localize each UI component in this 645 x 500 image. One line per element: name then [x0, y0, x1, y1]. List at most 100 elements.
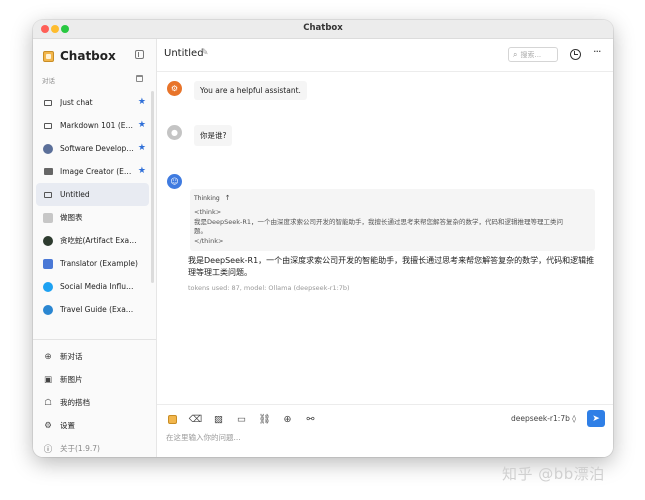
- message-composer: ⌫ ▨ ▭ ⛓ ⊕ ⚯ deepseek-r1:7b ◊ ➤ 在这里输入你的问题…: [157, 404, 613, 457]
- brand-name: Chatbox: [60, 49, 116, 63]
- conversation-label: Travel Guide (Example): [60, 305, 138, 314]
- sidebar-item-just-chat[interactable]: Just chat ★: [36, 91, 149, 114]
- chat-bubble-icon: [43, 98, 53, 108]
- conversation-label: 做图表: [60, 213, 83, 222]
- search-input[interactable]: ⌕ 搜索...: [508, 47, 558, 62]
- thinking-content: <think> 我是DeepSeek-R1，一个由深度求索公司开发的智能助手，我…: [194, 208, 591, 246]
- thinking-block[interactable]: Thinking ↑ <think> 我是DeepSeek-R1，一个由深度求索公…: [190, 189, 595, 251]
- edit-pencil-icon[interactable]: ✎: [201, 48, 209, 58]
- conversation-list: Just chat ★ Markdown 101 (E… ★ Software …: [36, 91, 149, 321]
- sidebar-item-snake[interactable]: 贪吃蛇(Artifact Example): [36, 229, 149, 252]
- brand: Chatbox: [43, 48, 116, 64]
- image-icon: [43, 167, 53, 177]
- conversation-label: Image Creator (E…: [60, 167, 132, 176]
- chat-header: Untitled ✎ ⌕ 搜索... ···: [157, 39, 613, 72]
- action-label: 关于(1.9.7): [60, 444, 100, 453]
- more-options-icon[interactable]: ···: [593, 45, 601, 58]
- conversation-label: Untitled: [60, 190, 90, 199]
- about-button[interactable]: ⓘ 关于(1.9.7): [36, 437, 149, 457]
- search-placeholder: 搜索...: [520, 50, 542, 59]
- thinking-line: 题。: [194, 227, 207, 235]
- conversation-label: Software Develop…: [60, 144, 134, 153]
- sidebar-item-markdown[interactable]: Markdown 101 (E… ★: [36, 114, 149, 137]
- thinking-header[interactable]: Thinking ↑: [194, 194, 591, 202]
- user-message-text: 你是谁?: [194, 125, 233, 146]
- globe-icon[interactable]: ⊕: [281, 413, 294, 426]
- chat-bubble-icon: [43, 190, 53, 200]
- assistant-message: ☺: [167, 174, 182, 189]
- twitter-avatar-icon: [43, 281, 53, 292]
- thinking-line: 我是DeepSeek-R1，一个由深度求索公司开发的智能助手，我擅长通过思考来帮…: [194, 217, 564, 226]
- assistant-bot-icon: ☺: [167, 174, 182, 189]
- user-avatar-icon: ●: [167, 125, 182, 140]
- new-chat-button[interactable]: ⊕ 新对话: [36, 345, 149, 368]
- sidebar-item-image-creator[interactable]: Image Creator (E… ★: [36, 160, 149, 183]
- new-image-button[interactable]: ▣ 新图片: [36, 368, 149, 391]
- gear-icon: ⚙: [44, 420, 52, 431]
- thinking-label: Thinking: [194, 195, 220, 202]
- system-message: ⚙ You are a helpful assistant.: [167, 81, 307, 100]
- sidebar-item-chart[interactable]: 做图表: [36, 206, 149, 229]
- sidebar-item-travel-guide[interactable]: Travel Guide (Example): [36, 298, 149, 321]
- search-icon: ⌕: [513, 49, 518, 59]
- action-label: 设置: [60, 421, 75, 430]
- system-gear-icon: ⚙: [167, 81, 182, 96]
- chart-avatar-icon: [43, 212, 53, 223]
- send-button[interactable]: ➤: [587, 410, 605, 427]
- sidebar-item-translator[interactable]: Translator (Example): [36, 252, 149, 275]
- sidebar-item-social-media[interactable]: Social Media Influence…: [36, 275, 149, 298]
- watermark: 知乎 @bb漂泊: [502, 465, 605, 483]
- model-selector[interactable]: deepseek-r1:7b ◊: [511, 414, 576, 423]
- thinking-line: <think>: [194, 208, 222, 216]
- sidebar: Chatbox 对话 Just chat ★ Markdown 101 (E… …: [33, 39, 157, 457]
- star-icon[interactable]: ★: [138, 143, 146, 153]
- system-message-text: You are a helpful assistant.: [194, 81, 307, 100]
- eraser-icon[interactable]: ⌫: [189, 413, 202, 426]
- user-message: ● 你是谁?: [167, 125, 233, 146]
- thinking-line: </think>: [194, 236, 224, 245]
- developer-avatar-icon: [43, 143, 53, 154]
- composer-toolbar: ⌫ ▨ ▭ ⛓ ⊕ ⚯: [166, 412, 327, 426]
- collapse-arrow-icon[interactable]: ↑: [225, 194, 231, 202]
- sidebar-actions: ⊕ 新对话 ▣ 新图片 ☖ 我的搭档 ⚙ 设置 ⓘ 关于(1.9.7): [36, 345, 149, 457]
- message-input[interactable]: 在这里输入你的问题...: [166, 432, 586, 450]
- history-icon[interactable]: [570, 49, 581, 60]
- section-label: 对话: [42, 77, 55, 85]
- image-plus-icon: ▣: [43, 374, 53, 385]
- window-title: Chatbox: [303, 23, 343, 33]
- sidebar-item-untitled[interactable]: Untitled: [36, 183, 149, 206]
- star-icon[interactable]: ★: [138, 166, 146, 176]
- translator-avatar-icon: [43, 258, 53, 269]
- star-icon[interactable]: ★: [138, 120, 146, 130]
- app-window: Chatbox Chatbox 对话 Just chat ★ Markdown …: [33, 20, 613, 457]
- folder-icon[interactable]: ▭: [235, 413, 248, 426]
- plus-circle-icon: ⊕: [44, 351, 52, 362]
- info-icon: ⓘ: [43, 444, 53, 455]
- link-icon[interactable]: ⛓: [258, 413, 271, 426]
- robot-icon: ☖: [44, 397, 52, 408]
- conversation-label: Social Media Influence…: [60, 282, 138, 291]
- star-icon[interactable]: ★: [138, 97, 146, 107]
- image-attach-icon[interactable]: ▨: [212, 413, 225, 426]
- chatbox-logo-icon: [43, 50, 54, 62]
- sidebar-item-software-developer[interactable]: Software Develop… ★: [36, 137, 149, 160]
- sidebar-scrollbar[interactable]: [151, 91, 154, 283]
- snake-avatar-icon: [43, 235, 53, 246]
- conversation-label: Just chat: [60, 98, 93, 107]
- copilot-logo-icon[interactable]: [166, 413, 179, 426]
- send-arrow-icon: ➤: [592, 413, 600, 424]
- collapse-sidebar-icon[interactable]: [135, 50, 144, 59]
- my-copilots-button[interactable]: ☖ 我的搭档: [36, 391, 149, 414]
- travel-avatar-icon: [43, 304, 53, 315]
- titlebar: Chatbox: [33, 20, 613, 39]
- trash-icon[interactable]: [136, 75, 143, 82]
- chat-bubble-icon: [43, 121, 53, 131]
- settings-sliders-icon[interactable]: ⚯: [304, 413, 317, 426]
- conversation-title[interactable]: Untitled: [164, 48, 204, 59]
- action-label: 新图片: [60, 375, 83, 384]
- chat-main: Untitled ✎ ⌕ 搜索... ··· ⚙ You are a helpf…: [157, 39, 613, 457]
- settings-button[interactable]: ⚙ 设置: [36, 414, 149, 437]
- action-label: 我的搭档: [60, 398, 90, 407]
- conversation-label: Markdown 101 (E…: [60, 121, 133, 130]
- conversation-label: Translator (Example): [60, 259, 138, 268]
